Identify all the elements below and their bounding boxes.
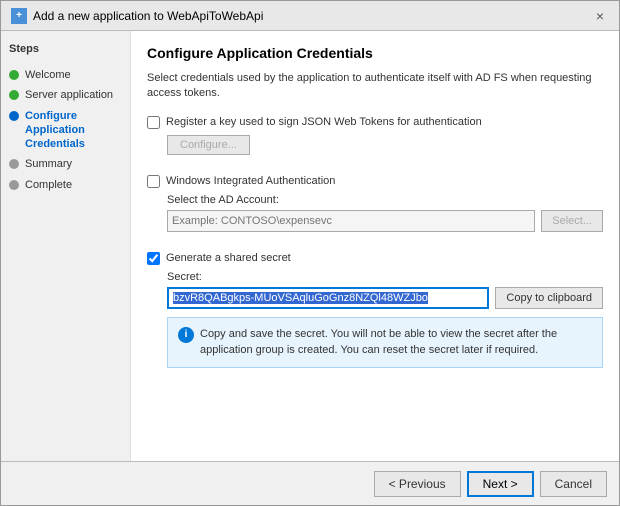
windows-auth-checkbox-row: Windows Integrated Authentication [147,175,603,188]
info-text: Copy and save the secret. You will not b… [200,326,592,359]
title-bar: + Add a new application to WebApiToWebAp… [1,1,619,31]
content-area: Steps Welcome Server application Configu… [1,31,619,461]
sidebar-item-summary[interactable]: Summary [9,154,122,174]
secret-label: Secret: [167,271,603,283]
step-label-summary: Summary [25,157,72,171]
json-token-checkbox-row: Register a key used to sign JSON Web Tok… [147,116,603,129]
sidebar-item-server-application[interactable]: Server application [9,85,122,105]
sidebar-item-welcome[interactable]: Welcome [9,65,122,85]
step-dot-complete [9,180,19,190]
secret-input[interactable] [167,287,489,309]
json-token-label: Register a key used to sign JSON Web Tok… [166,116,482,128]
shared-secret-section: Generate a shared secret Secret: Copy to… [147,252,603,368]
close-button[interactable]: × [591,7,609,25]
sidebar-item-configure-credentials[interactable]: Configure Application Credentials [9,106,122,155]
title-bar-left: + Add a new application to WebApiToWebAp… [11,8,263,24]
ad-account-input[interactable] [167,210,535,232]
configure-button[interactable]: Configure... [167,135,250,155]
description-text: Select credentials used by the applicati… [147,71,603,102]
step-label-configure-credentials: Configure Application Credentials [25,109,122,152]
ad-account-row: Select... [167,210,603,232]
windows-auth-label: Windows Integrated Authentication [166,175,335,187]
info-icon: i [178,327,194,343]
main-panel: Configure Application Credentials Select… [131,31,619,461]
windows-auth-checkbox[interactable] [147,175,160,188]
sidebar-item-complete[interactable]: Complete [9,175,122,195]
step-dot-summary [9,159,19,169]
secret-row: Copy to clipboard [167,287,603,309]
cancel-button[interactable]: Cancel [540,471,607,497]
step-label-server-application: Server application [25,88,113,102]
select-button[interactable]: Select... [541,210,603,232]
step-label-welcome: Welcome [25,68,71,82]
shared-secret-checkbox-row: Generate a shared secret [147,252,603,265]
sidebar: Steps Welcome Server application Configu… [1,31,131,461]
step-dot-configure-credentials [9,111,19,121]
step-dot-welcome [9,70,19,80]
copy-to-clipboard-button[interactable]: Copy to clipboard [495,287,603,309]
dialog-icon: + [11,8,27,24]
steps-title: Steps [9,43,122,55]
dialog-window: + Add a new application to WebApiToWebAp… [0,0,620,506]
shared-secret-label: Generate a shared secret [166,252,291,264]
next-button[interactable]: Next > [467,471,534,497]
previous-button[interactable]: < Previous [374,471,461,497]
ad-account-label: Select the AD Account: [167,194,603,206]
shared-secret-checkbox[interactable] [147,252,160,265]
title-bar-text: Add a new application to WebApiToWebApi [33,9,263,23]
json-token-section: Register a key used to sign JSON Web Tok… [147,116,603,163]
step-dot-server-application [9,90,19,100]
info-box: i Copy and save the secret. You will not… [167,317,603,368]
step-label-complete: Complete [25,178,72,192]
windows-auth-section: Windows Integrated Authentication Select… [147,175,603,240]
page-title: Configure Application Credentials [147,45,603,61]
json-token-checkbox[interactable] [147,116,160,129]
footer: < Previous Next > Cancel [1,461,619,505]
